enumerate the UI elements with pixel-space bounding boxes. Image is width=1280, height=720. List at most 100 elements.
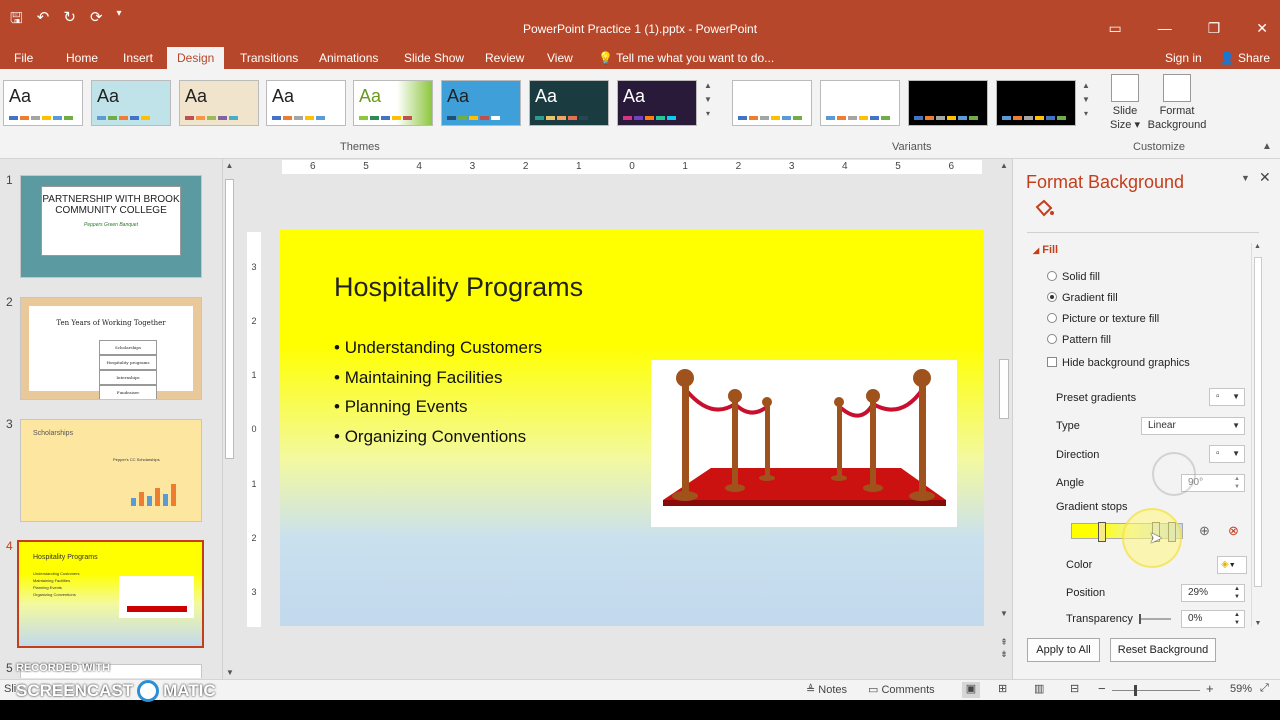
themes-gallery-scroll[interactable]: ▲ ▼ ▾: [702, 79, 714, 121]
slide-show-icon[interactable]: ⊟: [1070, 682, 1079, 695]
slide-scroll-thumb[interactable]: [999, 359, 1009, 419]
slide-title[interactable]: Hospitality Programs: [334, 272, 583, 303]
theme-facet[interactable]: Aa: [353, 80, 433, 126]
notes-button[interactable]: ≜ Notes: [806, 683, 847, 696]
previous-slide-icon[interactable]: ⇞: [996, 637, 1012, 648]
theme-banded[interactable]: Aa: [179, 80, 259, 126]
radio-picture-fill[interactable]: [1047, 313, 1057, 323]
screencast-logo-icon: [137, 680, 160, 702]
collapse-ribbon-icon[interactable]: ▲: [1262, 141, 1272, 152]
normal-view-icon[interactable]: ▣: [962, 682, 980, 698]
close-pane-icon[interactable]: ✕: [1259, 169, 1271, 186]
reading-view-icon[interactable]: ▥: [1034, 682, 1044, 695]
hide-background-graphics-option[interactable]: Hide background graphics: [1047, 357, 1190, 369]
slide-thumbnail-2[interactable]: Ten Years of Working Together Scholarshi…: [20, 297, 202, 400]
slide-sorter-icon[interactable]: ⊞: [998, 682, 1007, 695]
zoom-level[interactable]: 59%: [1230, 683, 1252, 695]
preset-gradients-dropdown[interactable]: ▫ ▼: [1209, 388, 1245, 406]
reset-background-button[interactable]: Reset Background: [1110, 638, 1216, 662]
ribbon: Aa Aa Aa Aa Aa Aa Aa Aa ▲ ▼ ▾ ▲ ▼ ▾ Slid…: [0, 69, 1280, 159]
scroll-up-icon[interactable]: ▲: [996, 161, 1012, 170]
slide-size-button[interactable]: Slide Size ▾: [1106, 74, 1144, 132]
tab-file[interactable]: File: [4, 47, 43, 69]
fill-bucket-icon[interactable]: [1033, 199, 1055, 219]
thumbnails-scroll-thumb[interactable]: [225, 179, 234, 459]
slide-thumbnail-3[interactable]: Scholarships Pepper's CC Scholarships: [20, 419, 202, 522]
slide-thumbnail-4[interactable]: Hospitality Programs Understanding Custo…: [17, 540, 204, 648]
minimize-icon[interactable]: —: [1158, 20, 1172, 37]
pane-scrollbar[interactable]: ▲ ▼: [1251, 243, 1263, 627]
dropdown-arrow-icon: ▼: [1232, 421, 1240, 430]
hide-graphics-checkbox[interactable]: [1047, 357, 1057, 367]
variant-3[interactable]: [908, 80, 988, 126]
radio-gradient-fill[interactable]: [1047, 292, 1057, 302]
slide-thumbnail-1[interactable]: PARTNERSHIP WITH BROOK COMMUNITY COLLEGE…: [20, 175, 202, 278]
theme-office[interactable]: Aa: [3, 80, 83, 126]
ribbon-display-options-icon[interactable]: ▭: [1108, 20, 1121, 37]
gradient-stop-handle[interactable]: [1098, 522, 1106, 542]
tab-review[interactable]: Review: [475, 47, 534, 69]
zoom-slider[interactable]: [1112, 685, 1200, 696]
theme-dots[interactable]: Aa: [441, 80, 521, 126]
slide-bullet-list[interactable]: Understanding Customers Maintaining Faci…: [334, 338, 542, 456]
transparency-slider[interactable]: [1139, 614, 1171, 624]
theme-dark-teal[interactable]: Aa: [529, 80, 609, 126]
variant-1[interactable]: [732, 80, 812, 126]
thumbnails-scrollbar[interactable]: ▲ ▼: [222, 159, 236, 679]
dropdown-arrow-icon: ▼: [1228, 562, 1236, 569]
horizontal-ruler: 6 5 4 3 2 1 0 1 2 3 4 5 6: [282, 160, 982, 174]
theme-white[interactable]: Aa: [266, 80, 346, 126]
next-slide-icon[interactable]: ⇟: [996, 649, 1012, 660]
red-carpet-picture[interactable]: [651, 360, 957, 527]
format-background-button[interactable]: Format Background: [1146, 74, 1208, 132]
pane-options-icon[interactable]: ▼: [1241, 173, 1250, 183]
zoom-in-icon[interactable]: +: [1206, 681, 1214, 696]
transparency-spinner[interactable]: 0% ▲ ▼: [1181, 610, 1245, 628]
theme-pattern[interactable]: Aa: [91, 80, 171, 126]
variant-4[interactable]: [996, 80, 1076, 126]
close-icon[interactable]: ✕: [1256, 20, 1268, 37]
paint-bucket-icon: ◈: [1221, 559, 1229, 570]
share-button[interactable]: 👤 Share: [1220, 47, 1270, 69]
theme-dark-purple[interactable]: Aa: [617, 80, 697, 126]
slide-scrollbar[interactable]: ▲ ▼ ⇞ ⇟: [996, 159, 1012, 659]
type-dropdown[interactable]: Linear ▼: [1141, 417, 1245, 435]
tell-me-box[interactable]: 💡 Tell me what you want to do...: [588, 47, 784, 69]
zoom-out-icon[interactable]: −: [1098, 681, 1106, 696]
variants-gallery-scroll[interactable]: ▲ ▼ ▾: [1080, 79, 1092, 121]
tab-insert[interactable]: Insert: [113, 47, 163, 69]
direction-label: Direction: [1056, 449, 1100, 461]
tab-transitions[interactable]: Transitions: [230, 47, 308, 69]
zoom-slider-thumb[interactable]: [1134, 685, 1137, 696]
tab-animations[interactable]: Animations: [309, 47, 388, 69]
comments-button[interactable]: ▭ Comments: [868, 683, 935, 696]
scroll-up-icon[interactable]: ▲: [223, 161, 236, 170]
gradient-fill-option[interactable]: Gradient fill: [1047, 292, 1118, 304]
tab-home[interactable]: Home: [56, 47, 108, 69]
position-spinner[interactable]: 29% ▲ ▼: [1181, 584, 1245, 602]
tab-design[interactable]: Design: [167, 47, 225, 69]
dropdown-arrow-icon: ▼: [1232, 392, 1240, 401]
fill-section-header[interactable]: ◢ Fill: [1033, 244, 1058, 256]
sign-in-link[interactable]: Sign in: [1165, 47, 1202, 69]
picture-fill-option[interactable]: Picture or texture fill: [1047, 313, 1159, 325]
apply-to-all-button[interactable]: Apply to All: [1027, 638, 1100, 662]
bullet-item: Organizing Conventions: [334, 427, 542, 457]
pattern-fill-option[interactable]: Pattern fill: [1047, 334, 1111, 346]
tab-slide-show[interactable]: Slide Show: [394, 47, 474, 69]
fit-slide-icon[interactable]: ⤢: [1260, 682, 1269, 695]
tab-view[interactable]: View: [537, 47, 583, 69]
scroll-down-icon[interactable]: ▼: [223, 668, 237, 677]
scroll-down-icon[interactable]: ▼: [996, 609, 1012, 618]
radio-solid-fill[interactable]: [1047, 271, 1057, 281]
direction-dropdown[interactable]: ▫ ▼: [1209, 445, 1245, 463]
maximize-icon[interactable]: ❐: [1208, 20, 1221, 37]
add-gradient-stop-icon[interactable]: ⊕: [1199, 523, 1210, 539]
solid-fill-option[interactable]: Solid fill: [1047, 271, 1100, 283]
transparency-slider-thumb[interactable]: [1139, 614, 1141, 624]
variant-2[interactable]: [820, 80, 900, 126]
color-picker-button[interactable]: ◈▼: [1217, 556, 1247, 574]
remove-gradient-stop-icon[interactable]: ⊗: [1228, 523, 1239, 539]
pane-scroll-thumb[interactable]: [1254, 257, 1262, 587]
radio-pattern-fill[interactable]: [1047, 334, 1057, 344]
